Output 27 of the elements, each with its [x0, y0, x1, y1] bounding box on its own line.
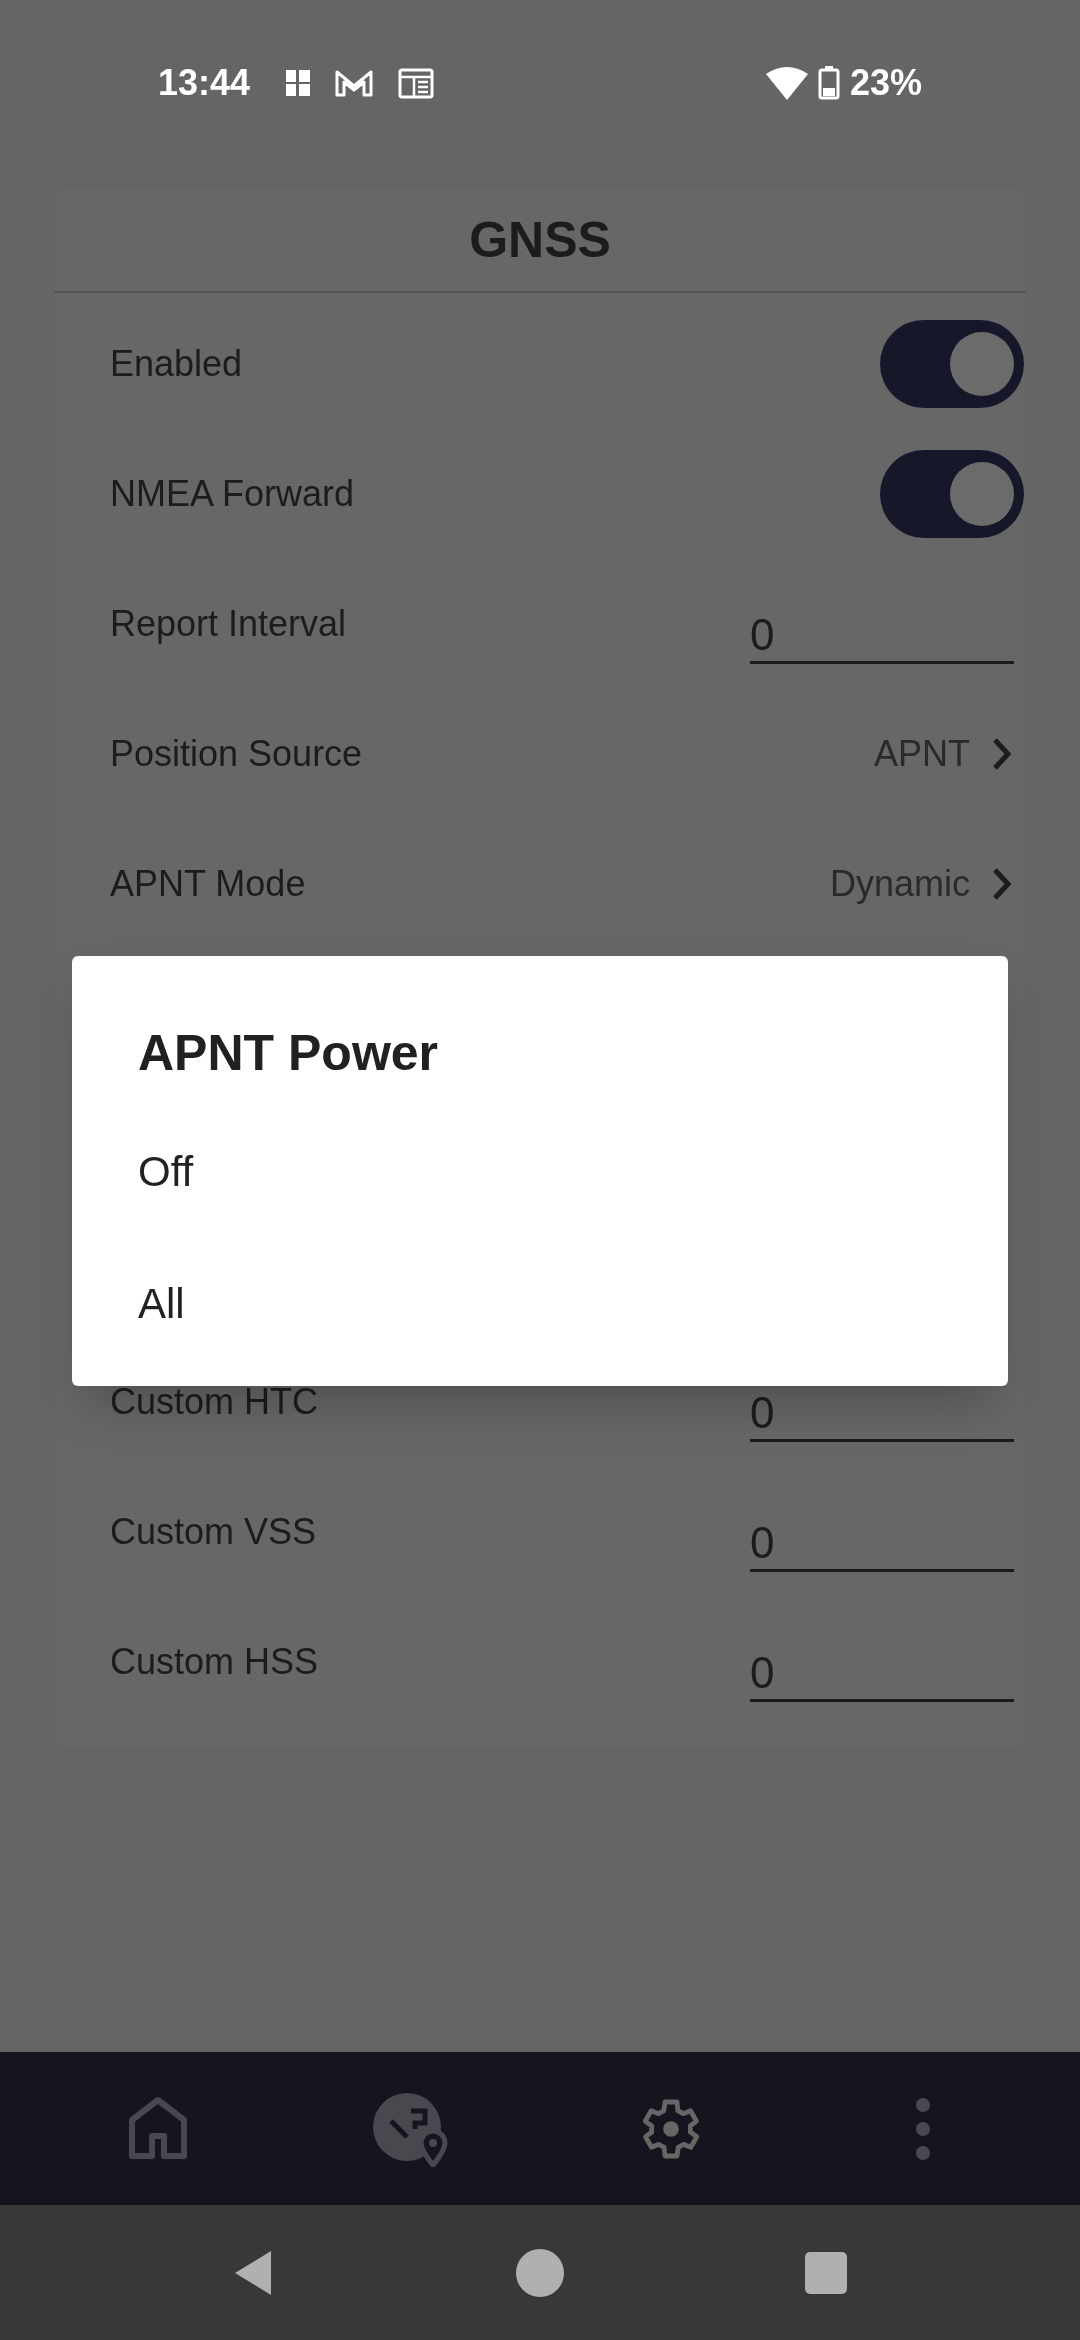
chevron-icon	[990, 736, 1014, 772]
recents-icon[interactable]	[805, 2251, 847, 2294]
setting-label: Report Interval	[110, 602, 347, 646]
selected-value[interactable]: Dynamic	[829, 857, 970, 911]
dialog-title: APNT Power	[138, 1025, 439, 1081]
battery-icon	[817, 65, 840, 100]
app-notification-icon	[286, 67, 311, 98]
number-field[interactable]: 0	[750, 584, 1014, 664]
setting-label: APNT Mode	[110, 862, 306, 906]
number-field[interactable]: 0	[750, 1622, 1014, 1702]
chevron-icon	[990, 866, 1014, 902]
setting-label: Custom HSS	[110, 1640, 319, 1684]
card-title: GNSS	[469, 210, 611, 270]
setting-label: Custom VSS	[110, 1510, 317, 1554]
selected-value[interactable]: APNT	[874, 727, 970, 781]
calendar-icon	[398, 66, 435, 99]
setting-label: Position Source	[110, 732, 363, 776]
dialog-option[interactable]: Off	[72, 1105, 1008, 1237]
number-field[interactable]: 0	[750, 1492, 1014, 1572]
setting-label: Enabled	[110, 342, 243, 386]
setting-label: NMEA Forward	[110, 472, 355, 516]
battery-percent: 23%	[849, 60, 922, 105]
wifi-icon	[765, 65, 808, 100]
home-circle-icon[interactable]	[515, 2247, 565, 2298]
home-icon	[127, 2095, 188, 2162]
status-time: 13:44	[158, 60, 251, 105]
setting-label: Custom HTC	[110, 1380, 319, 1424]
